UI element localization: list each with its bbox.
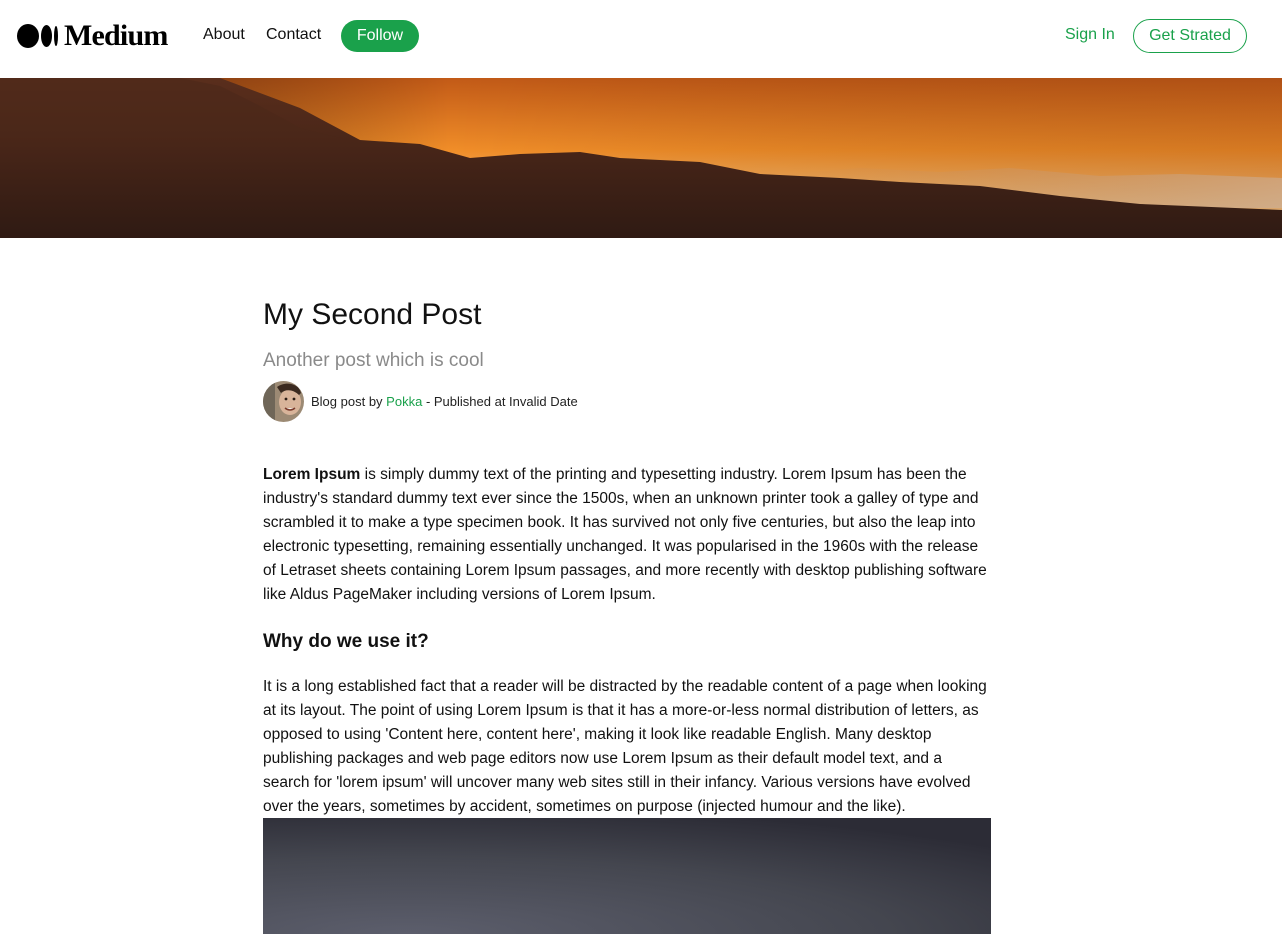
nav-link-contact[interactable]: Contact [266, 26, 321, 44]
author-avatar[interactable] [263, 381, 304, 422]
intro-text: is simply dummy text of the printing and… [263, 466, 987, 603]
section-heading: Why do we use it? [263, 631, 429, 652]
sign-in-link[interactable]: Sign In [1065, 26, 1115, 44]
author-link[interactable]: Pokka [386, 394, 422, 409]
top-nav: Medium About Contact Follow Sign In Get … [0, 0, 1282, 78]
logo-text: Medium [64, 19, 168, 52]
follow-button[interactable]: Follow [341, 20, 419, 52]
nav-link-about[interactable]: About [203, 26, 245, 44]
night-sky-image [263, 818, 991, 934]
sunset-mountain-image [0, 78, 1282, 238]
medium-logo-icon [17, 24, 58, 48]
post-body: Lorem Ipsum is simply dummy text of the … [263, 463, 991, 819]
meta-prefix: Blog post by [311, 394, 383, 409]
intro-paragraph: Lorem Ipsum is simply dummy text of the … [263, 463, 991, 607]
hero-image [0, 78, 1282, 238]
intro-bold: Lorem Ipsum [263, 466, 361, 483]
medium-logo[interactable]: Medium [17, 19, 168, 52]
meta-published: - Published at Invalid Date [425, 394, 578, 409]
get-started-button[interactable]: Get Strated [1133, 19, 1247, 53]
post-image [263, 818, 991, 934]
post-title: My Second Post [263, 298, 482, 331]
section-paragraph: It is a long established fact that a rea… [263, 678, 987, 815]
post-subtitle: Another post which is cool [263, 350, 484, 371]
avatar-photo-icon [263, 381, 304, 422]
post-meta: Blog post by Pokka - Published at Invali… [263, 381, 578, 422]
